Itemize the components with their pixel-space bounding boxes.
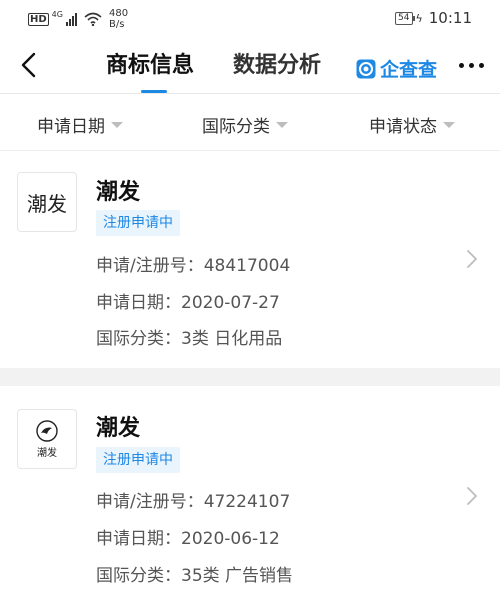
back-icon[interactable] — [18, 52, 40, 78]
registration-number: 申请/注册号：48417004 — [96, 256, 291, 276]
filter-label: 申请日期 — [37, 117, 105, 137]
clock: 10:11 — [428, 9, 472, 27]
trademark-logo: 潮发 — [17, 172, 77, 232]
caret-down-icon — [276, 121, 288, 128]
tab-active-indicator — [141, 90, 167, 93]
filter-label: 申请状态 — [369, 117, 437, 137]
application-date: 申请日期：2020-06-12 — [96, 529, 280, 549]
speed-unit: B/s — [108, 19, 125, 30]
trademark-logo: 潮发 — [17, 409, 77, 469]
status-badge: 注册申请中 — [96, 447, 180, 473]
status-bar: HD 4G 480 B/s 54 ϟ 10:11 — [0, 0, 500, 36]
more-icon[interactable] — [459, 63, 484, 68]
international-class: 国际分类：35类 广告销售 — [96, 566, 294, 586]
status-left: HD 4G 480 B/s — [28, 8, 128, 30]
brand-logo: 企查查 — [356, 55, 437, 82]
filter-bar: 申请日期 国际分类 申请状态 — [0, 95, 500, 151]
trademark-card[interactable]: 潮发 潮发 注册申请中 申请/注册号：47224107 申请日期：2020-06… — [0, 386, 500, 603]
battery-icon: 54 ϟ — [395, 11, 423, 25]
app-header: 商标信息 数据分析 企查查 — [0, 36, 500, 94]
wifi-icon — [84, 12, 102, 26]
filter-apply-status[interactable]: 申请状态 — [369, 112, 455, 137]
application-date: 申请日期：2020-07-27 — [96, 293, 280, 313]
network-speed: 480 B/s — [109, 8, 128, 30]
trademark-name: 潮发 — [96, 180, 141, 205]
chevron-right-icon[interactable] — [466, 486, 478, 506]
international-class: 国际分类：3类 日化用品 — [96, 329, 283, 349]
tab-data-analysis[interactable]: 数据分析 — [233, 52, 321, 80]
emblem-icon — [36, 419, 58, 442]
charging-icon: ϟ — [415, 11, 423, 25]
battery-level: 54 — [395, 11, 413, 25]
brand-name: 企查查 — [380, 59, 438, 81]
trademark-name: 潮发 — [96, 416, 141, 441]
section-divider — [0, 368, 500, 386]
caret-down-icon — [443, 121, 455, 128]
chevron-right-icon[interactable] — [466, 249, 478, 269]
filter-label: 国际分类 — [202, 117, 270, 137]
trademark-card[interactable]: 潮发 潮发 注册申请中 申请/注册号：48417004 申请日期：2020-07… — [0, 152, 500, 368]
filter-apply-date[interactable]: 申请日期 — [37, 112, 123, 137]
filter-intl-class[interactable]: 国际分类 — [202, 112, 288, 137]
status-right: 54 ϟ 10:11 — [395, 9, 472, 27]
registration-number: 申请/注册号：47224107 — [96, 492, 291, 512]
tab-trademark-info[interactable]: 商标信息 — [106, 52, 194, 80]
signal-icon — [65, 12, 77, 26]
hd-indicator: HD — [28, 12, 49, 26]
caret-down-icon — [111, 121, 123, 128]
network-type: 4G — [51, 9, 63, 19]
speed-value: 480 — [108, 8, 129, 19]
logo-text: 潮发 — [37, 447, 57, 459]
status-badge: 注册申请中 — [96, 210, 180, 236]
qichacha-icon — [356, 59, 376, 78]
logo-text: 潮发 — [27, 191, 67, 216]
